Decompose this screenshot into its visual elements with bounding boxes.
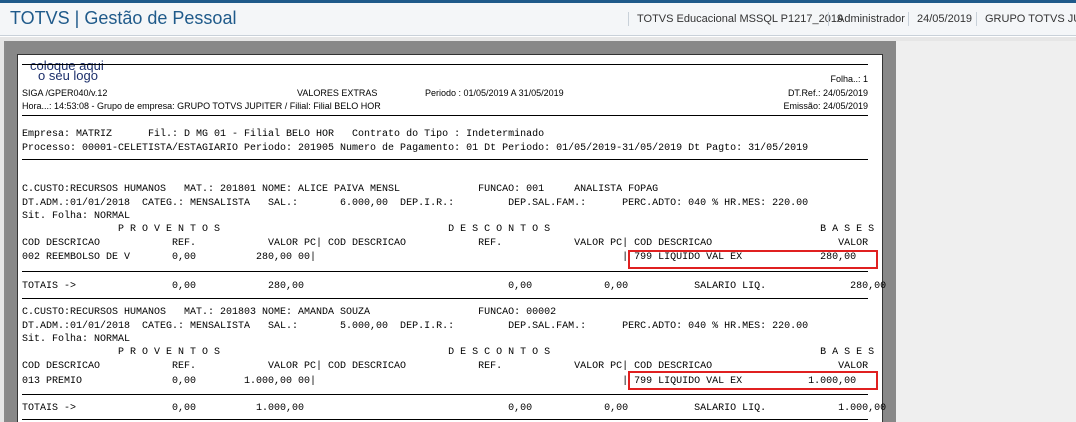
company-group-label[interactable]: GRUPO TOTVS JUPITER [976, 12, 1076, 26]
employee-separator [22, 419, 868, 420]
section-rule [22, 159, 868, 160]
report-period: Periodo : 01/05/2019 A 31/05/2019 [425, 88, 564, 98]
employee-info-line: C.CUSTO:RECURSOS HUMANOS MAT.: 201803 NO… [22, 307, 557, 318]
employee-status-line: Sit. Folha: NORMAL [22, 211, 131, 222]
user-label[interactable]: Administrador [828, 12, 905, 26]
employee-status-line: Sit. Folha: NORMAL [22, 334, 131, 345]
company-logo-line2: o seu logo [38, 68, 98, 83]
program-id: SIGA /GPER040/v.12 [22, 88, 108, 98]
column-headers: COD DESCRICAO REF. VALOR PC| COD DESCRIC… [22, 238, 869, 249]
report-time-company: Hora...: 14:53:08 - Grupo de empresa: GR… [22, 101, 381, 111]
emission-date: Emissão: 24/05/2019 [783, 101, 868, 111]
environment-label[interactable]: TOTVS Educacional MSSQL P1217_2019 [628, 12, 843, 26]
app-title: TOTVS | Gestão de Pessoal [10, 8, 237, 28]
highlight-box [628, 250, 878, 269]
totals-rule [22, 271, 868, 272]
company-line: Empresa: MATRIZ Fil.: D MG 01 - Filial B… [22, 129, 545, 140]
totals-row: TOTAIS -> 0,00 1.000,00 0,00 0,00 SALARI… [22, 403, 887, 414]
date-label[interactable]: 24/05/2019 [908, 12, 972, 26]
header-rule-bottom [22, 115, 868, 116]
section-headers: P R O V E N T O S D E S C O N T O S B A … [22, 347, 875, 358]
process-line: Processo: 00001-CELETISTA/ESTAGIARIO Per… [22, 143, 809, 154]
totals-rule [22, 394, 868, 395]
employee-admission-line: DT.ADM.:01/01/2018 CATEG.: MENSALISTA SA… [22, 321, 809, 332]
highlight-box [628, 371, 878, 390]
employee-admission-line: DT.ADM.:01/01/2018 CATEG.: MENSALISTA SA… [22, 198, 809, 209]
header-accent-bar [0, 0, 1076, 3]
reference-date: DT.Ref.: 24/05/2019 [787, 88, 868, 98]
section-headers: P R O V E N T O S D E S C O N T O S B A … [22, 224, 875, 235]
right-pane [896, 41, 1076, 422]
employee-separator [22, 298, 868, 299]
app-header: TOTVS | Gestão de Pessoal TOTVS Educacio… [0, 0, 1076, 36]
header-rule-top [22, 64, 868, 65]
totals-row: TOTAIS -> 0,00 280,00 0,00 0,00 SALARIO … [22, 281, 887, 292]
page-number: Folha..: 1 [830, 74, 868, 84]
report-title: VALORES EXTRAS [297, 88, 378, 98]
employee-info-line: C.CUSTO:RECURSOS HUMANOS MAT.: 201801 NO… [22, 184, 659, 195]
